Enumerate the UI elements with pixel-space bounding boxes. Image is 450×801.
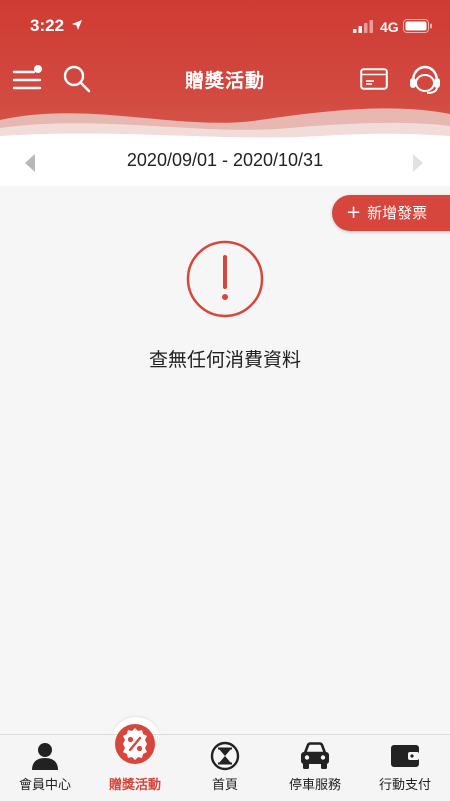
percent-badge-icon bbox=[115, 724, 155, 764]
tab-mobile-payment[interactable]: 行動支付 bbox=[360, 735, 450, 801]
wallet-icon bbox=[391, 745, 419, 767]
battery-icon bbox=[403, 19, 432, 33]
card-icon[interactable] bbox=[360, 68, 388, 90]
tab-label: 會員中心 bbox=[18, 778, 71, 793]
signal-icon bbox=[353, 20, 373, 33]
date-range-label: 2020/09/01 - 2020/10/31 bbox=[126, 150, 324, 170]
tab-home[interactable]: 首頁 bbox=[180, 735, 270, 801]
add-invoice-label: 新增發票 bbox=[367, 204, 428, 222]
header-wave bbox=[0, 108, 450, 140]
tab-label: 停車服務 bbox=[288, 778, 341, 793]
status-time: 3:22 bbox=[30, 16, 65, 35]
exclamation-icon bbox=[186, 240, 264, 318]
person-icon bbox=[32, 743, 58, 770]
bottom-tab-bar: 會員中心 贈獎活動 首頁 停車服務 行動支付 bbox=[0, 724, 450, 801]
tab-label: 贈獎活動 bbox=[108, 778, 161, 793]
plus-icon: + bbox=[346, 202, 362, 223]
next-period-arrow-icon[interactable] bbox=[410, 152, 426, 174]
header: 3:22 4G 贈獎活動 bbox=[0, 0, 450, 140]
location-arrow-icon bbox=[72, 20, 82, 30]
customer-service-icon[interactable] bbox=[408, 64, 442, 96]
add-invoice-button[interactable]: + 新增發票 bbox=[332, 195, 450, 231]
status-bar: 3:22 4G bbox=[0, 0, 450, 54]
car-icon bbox=[301, 742, 329, 769]
empty-state-message: 查無任何消費資料 bbox=[148, 349, 301, 371]
tab-rewards[interactable]: 贈獎活動 bbox=[90, 724, 180, 801]
date-range-bar: 2020/09/01 - 2020/10/31 bbox=[0, 140, 450, 186]
tab-label: 行動支付 bbox=[378, 778, 431, 793]
tab-label: 首頁 bbox=[211, 778, 238, 793]
network-type: 4G bbox=[380, 19, 399, 35]
hourglass-icon bbox=[210, 741, 240, 771]
tab-member-center[interactable]: 會員中心 bbox=[0, 735, 90, 801]
tab-parking[interactable]: 停車服務 bbox=[270, 735, 360, 801]
